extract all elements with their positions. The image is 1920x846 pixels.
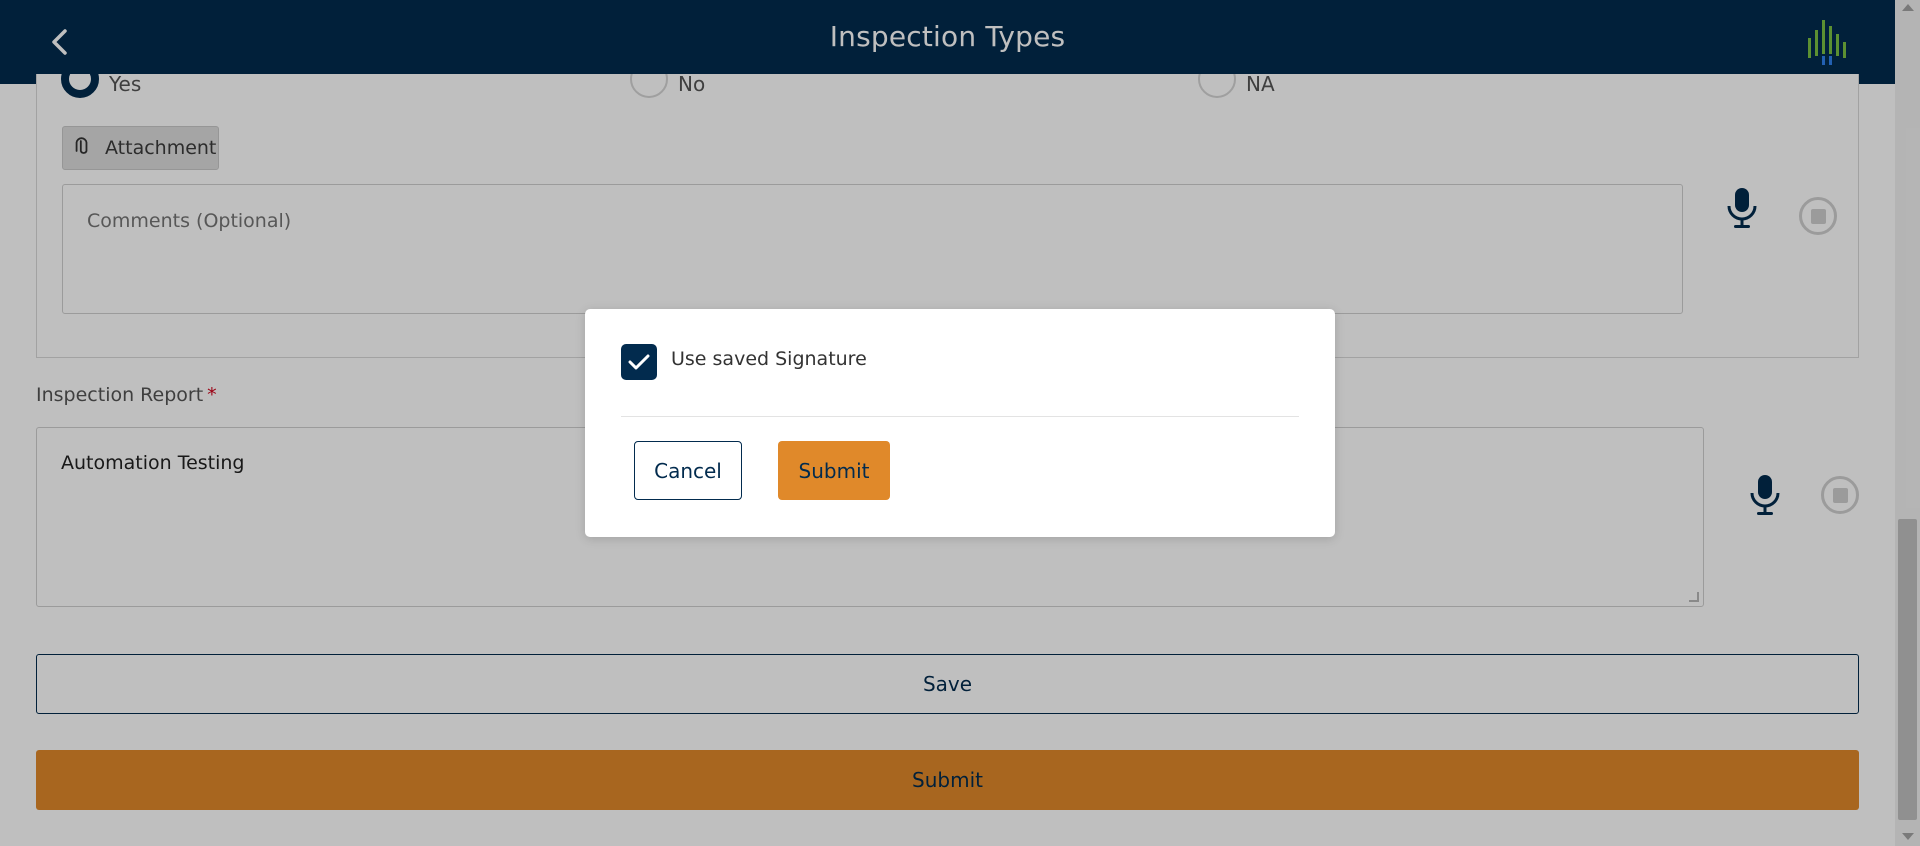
dialog-divider xyxy=(621,416,1299,417)
cancel-button[interactable]: Cancel xyxy=(634,441,742,500)
dialog-submit-button[interactable]: Submit xyxy=(778,441,890,500)
checkmark-icon xyxy=(628,354,650,370)
signature-dialog: Use saved Signature Cancel Submit xyxy=(585,309,1335,537)
use-saved-signature-label: Use saved Signature xyxy=(671,348,867,370)
use-saved-signature-checkbox[interactable] xyxy=(621,344,657,380)
